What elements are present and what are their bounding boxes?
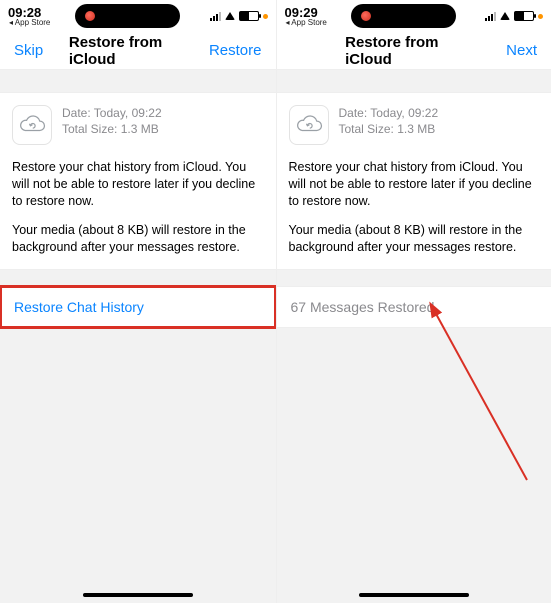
status-back-app[interactable]: App Store xyxy=(8,19,50,27)
restore-info-card: Date: Today, 09:22 Total Size: 1.3 MB Re… xyxy=(277,92,551,270)
home-indicator[interactable] xyxy=(359,593,469,597)
cellular-icon xyxy=(210,11,221,21)
mic-indicator-icon xyxy=(538,14,543,19)
skip-button[interactable]: Skip xyxy=(14,42,60,59)
restore-description-2: Your media (about 8 KB) will restore in … xyxy=(289,222,540,256)
restore-description-1: Restore your chat history from iCloud. Y… xyxy=(289,159,540,210)
next-button[interactable]: Next xyxy=(491,42,537,59)
battery-icon xyxy=(514,11,534,21)
restore-description-2: Your media (about 8 KB) will restore in … xyxy=(12,222,264,256)
annotation-arrow-icon xyxy=(417,300,547,500)
cloud-restore-icon xyxy=(289,105,329,145)
status-time: 09:28 xyxy=(8,6,50,19)
page-title: Restore from iCloud xyxy=(345,34,482,68)
restore-info-card: Date: Today, 09:22 Total Size: 1.3 MB Re… xyxy=(0,92,276,270)
nav-bar: Restore from iCloud Next xyxy=(277,32,551,70)
wifi-icon xyxy=(500,12,510,20)
phone-left: 09:28 App Store Skip Restore from iCloud… xyxy=(0,0,276,603)
mic-indicator-icon xyxy=(263,14,268,19)
messages-restored-status: 67 Messages Restored xyxy=(277,286,551,328)
cloud-restore-icon xyxy=(12,105,52,145)
cellular-icon xyxy=(485,11,496,21)
restore-description-1: Restore your chat history from iCloud. Y… xyxy=(12,159,264,210)
nav-bar: Skip Restore from iCloud Restore xyxy=(0,32,276,70)
phone-right: 09:29 App Store Restore from iCloud Next xyxy=(276,0,551,603)
restore-chat-history-label: Restore Chat History xyxy=(14,299,144,315)
record-icon xyxy=(361,11,371,21)
screen-recording-pill[interactable] xyxy=(75,4,180,28)
backup-date: Date: Today, 09:22 xyxy=(339,105,439,121)
restore-chat-history-button[interactable]: Restore Chat History xyxy=(0,286,276,328)
status-bar: 09:29 App Store xyxy=(277,0,551,32)
status-bar: 09:28 App Store xyxy=(0,0,276,32)
restore-button[interactable]: Restore xyxy=(209,42,262,59)
status-time: 09:29 xyxy=(285,6,327,19)
backup-size: Total Size: 1.3 MB xyxy=(339,121,439,137)
record-icon xyxy=(85,11,95,21)
battery-icon xyxy=(239,11,259,21)
page-title: Restore from iCloud xyxy=(69,34,207,68)
home-indicator[interactable] xyxy=(83,593,193,597)
messages-restored-label: 67 Messages Restored xyxy=(291,299,435,315)
screen-recording-pill[interactable] xyxy=(351,4,456,28)
wifi-icon xyxy=(225,12,235,20)
backup-date: Date: Today, 09:22 xyxy=(62,105,162,121)
backup-size: Total Size: 1.3 MB xyxy=(62,121,162,137)
status-back-app[interactable]: App Store xyxy=(285,19,327,27)
